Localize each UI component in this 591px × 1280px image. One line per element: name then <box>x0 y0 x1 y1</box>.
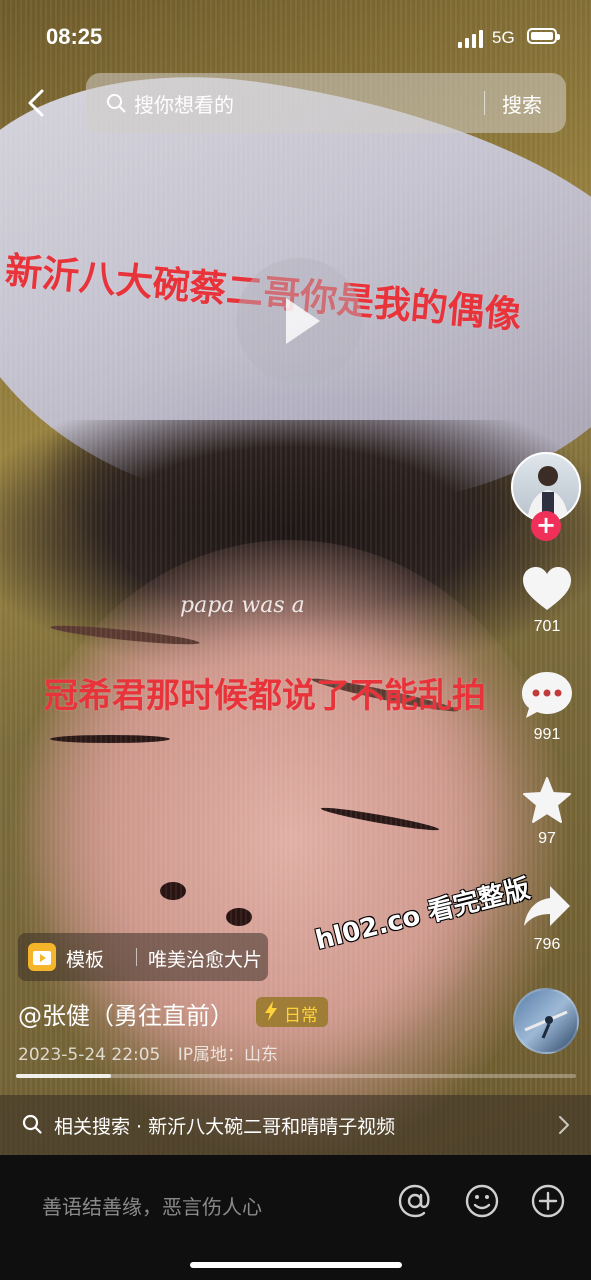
search-icon <box>22 1114 42 1134</box>
network-type: 5G <box>492 28 515 47</box>
related-search-bar[interactable]: 相关搜索 · 新沂八大碗二哥和晴晴子视频 <box>0 1095 591 1155</box>
search-divider <box>484 91 485 115</box>
back-button[interactable] <box>22 88 52 118</box>
template-name: 唯美治愈大片 <box>148 949 263 971</box>
music-disc[interactable] <box>513 988 579 1054</box>
battery-icon <box>527 28 560 44</box>
video-progress-bar[interactable] <box>16 1074 576 1078</box>
like-button[interactable]: 701 <box>505 566 589 636</box>
share-count: 796 <box>533 936 561 953</box>
emoji-icon[interactable] <box>464 1183 500 1219</box>
comment-input[interactable]: 善语结善缘，恶言伤人心 <box>42 1191 262 1220</box>
at-icon[interactable] <box>397 1183 433 1219</box>
play-icon <box>286 298 320 344</box>
search-button[interactable]: 搜索 <box>502 89 542 118</box>
template-divider <box>136 948 137 966</box>
comment-button[interactable]: 991 <box>505 670 589 744</box>
search-icon <box>107 94 126 113</box>
add-icon[interactable] <box>530 1183 566 1219</box>
follow-button[interactable]: + <box>531 511 561 541</box>
chevron-left-icon <box>28 89 44 117</box>
favorite-button[interactable]: 97 <box>505 776 589 848</box>
lightning-icon <box>265 1001 277 1021</box>
video-player[interactable]: 新沂八大碗蔡二哥你是我的偶像 冠希君那时候都说了不能乱拍 papa was a <box>0 0 591 1155</box>
star-icon <box>523 777 571 823</box>
template-tag[interactable]: 模板 唯美治愈大片 <box>18 933 268 981</box>
author-name[interactable]: @张健（勇往直前） <box>18 996 234 1031</box>
video-script-watermark: papa was a <box>180 593 305 618</box>
heart-icon <box>523 567 571 610</box>
video-progress-fill <box>16 1074 112 1078</box>
post-date: 2023-5-24 22:05 <box>18 1045 161 1065</box>
like-count: 701 <box>533 618 561 635</box>
related-search-text: 相关搜索 · 新沂八大碗二哥和晴晴子视频 <box>54 1116 396 1138</box>
home-indicator <box>190 1262 402 1268</box>
search-bar[interactable]: 搜你想看的 搜索 <box>86 73 566 133</box>
favorite-count: 97 <box>538 830 556 847</box>
chevron-right-icon <box>559 1116 569 1134</box>
post-ip-location: IP属地：山东 <box>177 1045 279 1065</box>
status-time: 08:25 <box>46 24 103 49</box>
music-disc-image <box>524 1010 568 1039</box>
video-scanlines <box>0 0 591 1155</box>
daily-badge[interactable]: 日常 <box>256 997 328 1027</box>
video-caption-middle: 冠希君那时候都说了不能乱拍 <box>44 676 486 716</box>
comment-bubble-icon <box>522 672 572 718</box>
daily-badge-label: 日常 <box>284 1006 318 1026</box>
comment-count: 991 <box>533 726 561 743</box>
template-label: 模板 <box>66 949 105 971</box>
status-bar: 08:25 5G <box>0 0 591 70</box>
play-button[interactable] <box>236 258 362 384</box>
template-icon <box>28 943 56 971</box>
post-meta: 2023-5-24 22:05 IP属地：山东 <box>18 1040 278 1065</box>
signal-bars-icon <box>458 30 483 48</box>
search-input[interactable]: 搜你想看的 <box>134 89 234 118</box>
